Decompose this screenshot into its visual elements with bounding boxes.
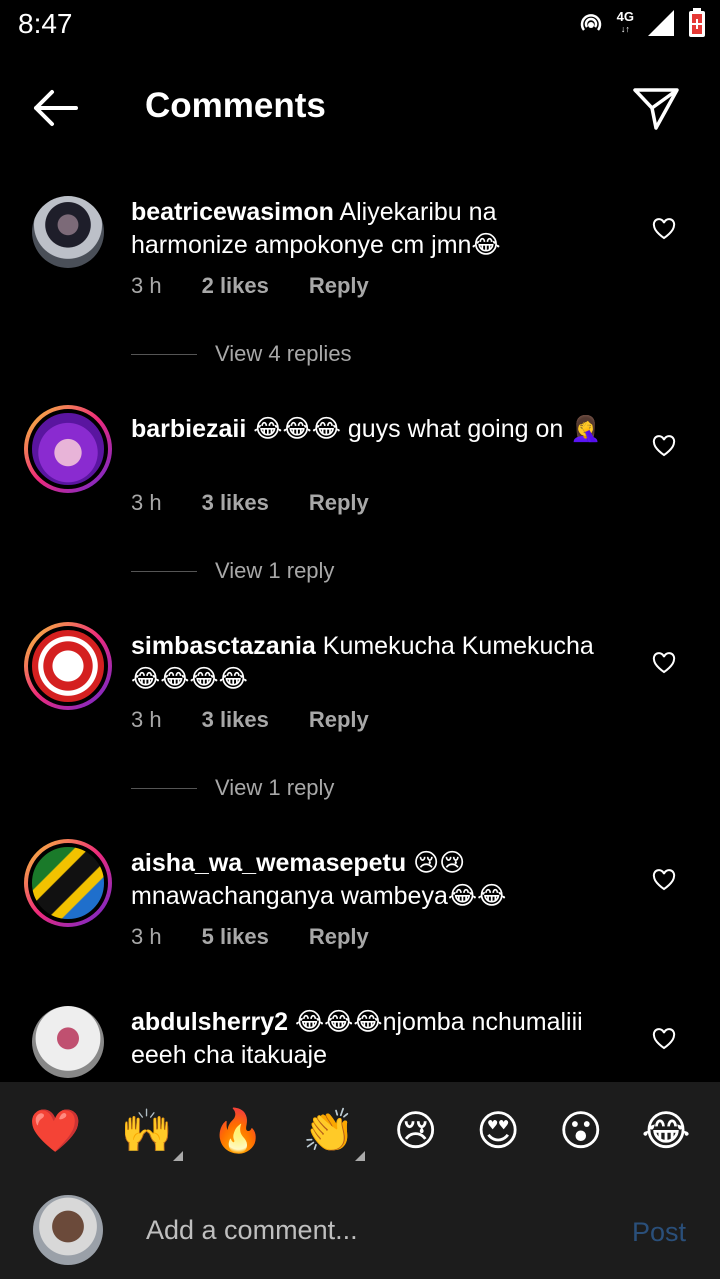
avatar-story-ring[interactable] [24,839,112,927]
like-heart-icon[interactable] [652,869,676,891]
direct-message-icon[interactable] [632,86,680,132]
page-title: Comments [145,86,326,125]
comment-text: beatricewasimon Aliyekaribu na harmonize… [131,198,501,259]
comment-text: simbasctazania Kumekucha Kumekucha 😂😂😂😂 [131,632,594,693]
reply-button[interactable]: Reply [309,490,369,516]
avatar-story-ring[interactable] [24,622,112,710]
status-bar: 8:47 4G ↓↑ [0,0,720,50]
divider [131,787,197,789]
like-count[interactable]: 2 likes [202,273,269,299]
comment-time: 3 h [131,707,162,732]
reaction-crying-emoji[interactable]: 😢 [394,1107,438,1155]
reaction-heart-emoji[interactable]: ❤️ [29,1107,81,1155]
comment-composer: Post [0,1179,720,1279]
like-count[interactable]: 3 likes [202,490,269,516]
comment-text: abdulsherry2 😂😂😂njomba nchumaliii eeeh c… [131,1008,583,1069]
username[interactable]: aisha_wa_wemasepetu [131,849,406,877]
comment-meta: 3 h 2 likes Reply [131,273,369,299]
like-heart-icon[interactable] [652,1028,676,1050]
comment-time: 3 h [131,490,162,515]
header: Comments [0,62,720,154]
like-count[interactable]: 3 likes [202,707,269,733]
reaction-raised-hands-emoji[interactable]: 🙌 [120,1107,183,1161]
battery-icon [689,8,705,37]
clock: 8:47 [18,8,73,39]
like-heart-icon[interactable] [652,218,676,240]
reaction-clap-emoji[interactable]: 👏 [303,1107,365,1161]
reply-button[interactable]: Reply [309,707,369,733]
comment-meta: 3 h 3 likes Reply [131,490,369,516]
comment-meta: 3 h 3 likes Reply [131,707,369,733]
skin-tone-indicator [354,1150,365,1161]
avatar [28,843,108,923]
like-heart-icon[interactable] [652,652,676,674]
network-indicator: 4G ↓↑ [616,9,634,34]
comment-time: 3 h [131,924,162,949]
quick-reaction-bar: ❤️ 🙌 🔥 👏 😢 😍 😮 😂 [0,1082,720,1179]
username[interactable]: abdulsherry2 [131,1008,288,1036]
skin-tone-indicator [172,1150,183,1161]
comment-input[interactable] [144,1207,608,1253]
comment-text: aisha_wa_wemasepetu 😢😢 mnawachanganya wa… [131,849,507,910]
post-button[interactable]: Post [632,1217,686,1248]
view-replies-button[interactable]: View 1 reply [131,775,334,801]
reaction-heart-eyes-emoji[interactable]: 😍 [476,1107,520,1155]
view-replies-button[interactable]: View 4 replies [131,341,352,367]
comment-time: 3 h [131,273,162,298]
back-arrow-icon[interactable] [30,88,80,128]
avatar[interactable] [32,1006,104,1078]
avatar[interactable] [32,196,104,268]
divider [131,570,197,572]
reply-button[interactable]: Reply [309,273,369,299]
current-user-avatar [33,1195,103,1265]
like-heart-icon[interactable] [652,435,676,457]
avatar-story-ring[interactable] [24,405,112,493]
comment-meta: 3 h 5 likes Reply [131,924,369,950]
username[interactable]: barbiezaii [131,415,246,443]
divider [131,353,197,355]
like-count[interactable]: 5 likes [202,924,269,950]
view-replies-button[interactable]: View 1 reply [131,558,334,584]
avatar [28,409,108,489]
hotspot-icon [580,14,601,31]
reaction-fire-emoji[interactable]: 🔥 [212,1107,264,1155]
username[interactable]: beatricewasimon [131,198,334,226]
username[interactable]: simbasctazania [131,632,316,660]
reply-button[interactable]: Reply [309,924,369,950]
status-icons: 4G ↓↑ [577,8,706,38]
signal-icon [648,10,674,36]
comment-text: barbiezaii 😂😂😂 guys what going on 🤦‍♀️ [131,415,602,443]
avatar [28,626,108,706]
reaction-surprised-emoji[interactable]: 😮 [559,1107,603,1155]
reaction-laughing-emoji[interactable]: 😂 [641,1107,690,1155]
